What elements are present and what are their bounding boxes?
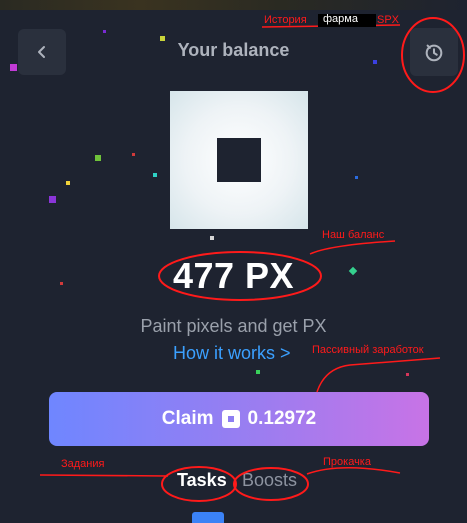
active-tab-indicator bbox=[192, 512, 224, 523]
annotation-spx: SPX bbox=[377, 14, 400, 26]
annotation-history: История bbox=[264, 14, 307, 26]
annotation-boosts: Прокачка bbox=[323, 456, 371, 468]
claim-button[interactable]: Claim 0.12972 bbox=[49, 392, 429, 446]
confetti bbox=[132, 153, 135, 156]
confetti bbox=[103, 30, 106, 33]
annotation-passive-income: Пассивный заработок bbox=[312, 344, 424, 356]
pixel-avatar bbox=[170, 91, 308, 229]
confetti bbox=[10, 64, 17, 71]
clock-history-icon bbox=[425, 44, 443, 62]
confetti bbox=[49, 196, 56, 203]
tab-boosts[interactable]: Boosts bbox=[242, 470, 297, 491]
subtitle: Paint pixels and get PX bbox=[140, 316, 327, 336]
confetti bbox=[95, 155, 101, 161]
confetti bbox=[406, 373, 409, 376]
claim-amount: 0.12972 bbox=[247, 408, 317, 429]
top-strip bbox=[0, 0, 467, 10]
annotation-farm: фарма bbox=[323, 13, 358, 25]
confetti bbox=[210, 236, 214, 240]
balance-amount: 477 PX bbox=[172, 255, 295, 296]
history-button[interactable] bbox=[410, 28, 458, 76]
confetti bbox=[256, 370, 260, 374]
annotation-tasks: Задания bbox=[61, 458, 105, 470]
confetti bbox=[153, 173, 157, 177]
how-it-works-link[interactable]: How it works > bbox=[173, 343, 291, 364]
claim-label: Claim bbox=[161, 408, 214, 429]
px-token-icon bbox=[221, 410, 240, 428]
confetti bbox=[66, 181, 70, 185]
annotation-balance: Наш баланс bbox=[322, 229, 385, 241]
pixel-avatar-center bbox=[217, 138, 261, 182]
page-title: Your balance bbox=[177, 40, 290, 60]
confetti bbox=[355, 176, 358, 179]
tab-tasks[interactable]: Tasks bbox=[177, 470, 227, 491]
